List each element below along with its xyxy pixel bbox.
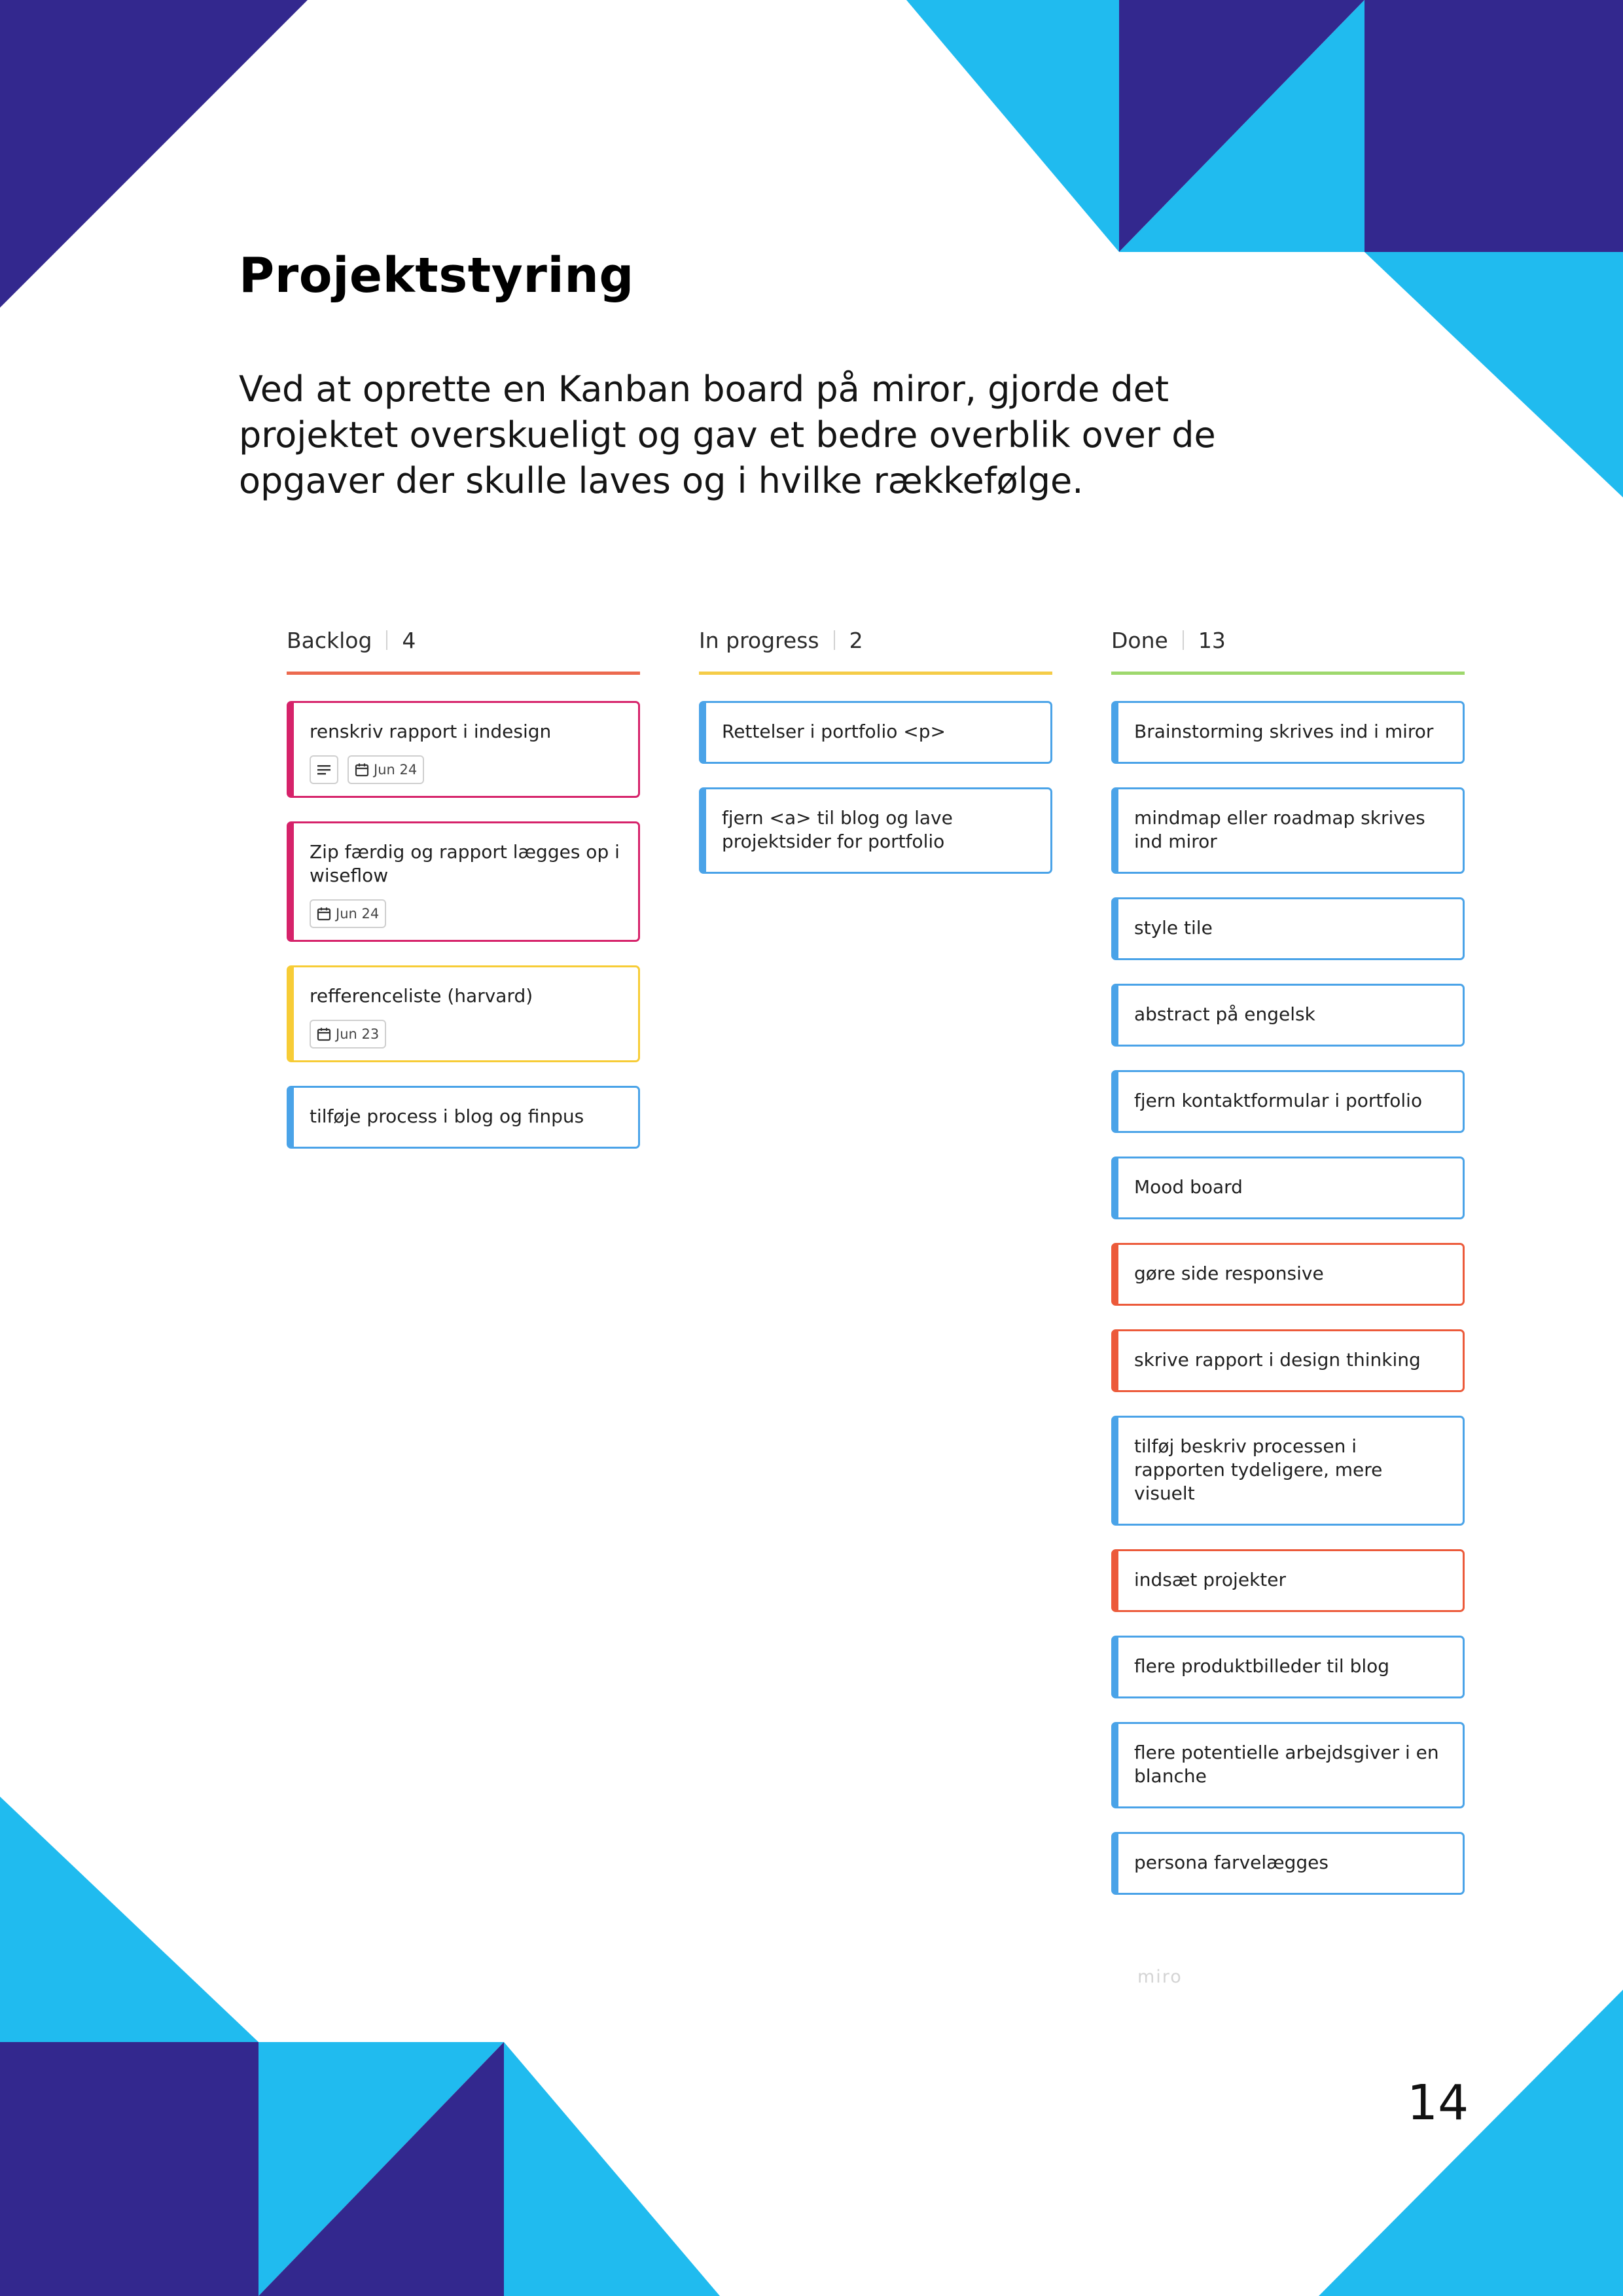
kanban-card[interactable]: fjern kontaktformular i portfolio <box>1111 1070 1465 1133</box>
kanban-card[interactable]: Rettelser i portfolio <p> <box>699 701 1052 764</box>
corner-triangle-left-cyan <box>0 1797 259 2042</box>
notes-icon[interactable] <box>310 755 338 784</box>
kanban-board: Backlog 4 renskriv rapport i indesign Jun 2… <box>287 622 1465 1996</box>
column-color-line <box>699 672 1052 675</box>
card-title: persona farvelægges <box>1134 1852 1329 1873</box>
column-header[interactable]: Done 13 <box>1111 622 1465 658</box>
card-title: fjern <a> til blog og lave projektsider … <box>722 807 953 852</box>
kanban-card[interactable]: Mood board <box>1111 1157 1465 1219</box>
due-date-chip[interactable]: Jun 24 <box>310 899 387 928</box>
card-title: tilføje process i blog og finpus <box>310 1105 584 1127</box>
kanban-card[interactable]: persona farvelægges <box>1111 1832 1465 1895</box>
column-card-count: 2 <box>849 627 863 653</box>
card-title: indsæt projekter <box>1134 1569 1286 1590</box>
kanban-card[interactable]: style tile <box>1111 897 1465 960</box>
kanban-card[interactable]: gøre side responsive <box>1111 1243 1465 1306</box>
column-title: Done <box>1111 627 1168 653</box>
kanban-card[interactable]: abstract på engelsk <box>1111 984 1465 1047</box>
column-title: In progress <box>699 627 819 653</box>
calendar-icon <box>355 762 369 777</box>
page-number: 14 <box>1407 2075 1469 2131</box>
kanban-card[interactable]: flere potentielle arbejdsgiver i en blan… <box>1111 1722 1465 1808</box>
column-color-line <box>1111 672 1465 675</box>
kanban-card[interactable]: mindmap eller roadmap skrives ind miror <box>1111 787 1465 874</box>
page-title: Projektstyring <box>239 247 634 304</box>
corner-square-top-right <box>1364 0 1623 252</box>
card-title: fjern kontaktformular i portfolio <box>1134 1090 1423 1111</box>
card-title: Zip færdig og rapport lægges op i wisefl… <box>310 841 620 886</box>
card-title: Mood board <box>1134 1176 1243 1198</box>
column-header[interactable]: Backlog 4 <box>287 622 640 658</box>
due-date-text: Jun 23 <box>336 1026 380 1042</box>
card-title: gøre side responsive <box>1134 1263 1324 1284</box>
card-meta: Jun 24 <box>310 755 621 784</box>
card-title: flere produktbilleder til blog <box>1134 1655 1390 1677</box>
column-card-count: 13 <box>1198 627 1226 653</box>
kanban-card[interactable]: renskriv rapport i indesign Jun 24 <box>287 701 640 798</box>
kanban-card[interactable]: refferenceliste (harvard) Jun 23 <box>287 965 640 1062</box>
intro-paragraph: Ved at oprette en Kanban board på miror,… <box>239 368 1216 501</box>
column-done: Done 13 Brainstorming skrives ind i miror m… <box>1111 622 1465 1918</box>
corner-square-bottom-left <box>0 2042 259 2296</box>
card-title: tilføj beskriv processen i rapporten tyd… <box>1134 1435 1383 1504</box>
card-title: skrive rapport i design thinking <box>1134 1349 1421 1371</box>
kanban-card[interactable]: flere produktbilleder til blog <box>1111 1636 1465 1698</box>
card-meta: Jun 24 <box>310 899 621 928</box>
miro-watermark: miro <box>1137 1967 1183 1987</box>
corner-triangle-top-cyan <box>906 0 1119 252</box>
kanban-card[interactable]: tilføj beskriv processen i rapporten tyd… <box>1111 1416 1465 1526</box>
corner-triangle-right-cyan <box>1364 252 1623 497</box>
column-card-count: 4 <box>402 627 416 653</box>
card-title: abstract på engelsk <box>1134 1003 1315 1025</box>
column-header-divider <box>386 630 388 650</box>
kanban-card[interactable]: Brainstorming skrives ind i miror <box>1111 701 1465 764</box>
column-backlog: Backlog 4 renskriv rapport i indesign Jun 2… <box>287 622 640 1172</box>
kanban-card[interactable]: indsæt projekter <box>1111 1549 1465 1612</box>
card-title: Rettelser i portfolio <p> <box>722 721 946 742</box>
corner-triangle-bottom-right <box>1319 1990 1623 2296</box>
kanban-card[interactable]: tilføje process i blog og finpus <box>287 1086 640 1149</box>
due-date-text: Jun 24 <box>374 762 418 778</box>
column-header[interactable]: In progress 2 <box>699 622 1052 658</box>
kanban-card[interactable]: skrive rapport i design thinking <box>1111 1329 1465 1392</box>
calendar-icon <box>317 1027 331 1041</box>
column-header-divider <box>833 630 835 650</box>
card-meta: Jun 23 <box>310 1020 621 1049</box>
kanban-card[interactable]: fjern <a> til blog og lave projektsider … <box>699 787 1052 874</box>
card-title: flere potentielle arbejdsgiver i en blan… <box>1134 1742 1439 1787</box>
due-date-chip[interactable]: Jun 23 <box>310 1020 387 1049</box>
column-color-line <box>287 672 640 675</box>
due-date-chip[interactable]: Jun 24 <box>348 755 425 784</box>
column-header-divider <box>1182 630 1184 650</box>
due-date-text: Jun 24 <box>336 906 380 922</box>
corner-triangle-bottom-cyan-2 <box>504 2042 720 2296</box>
calendar-icon <box>317 906 331 921</box>
card-title: Brainstorming skrives ind i miror <box>1134 721 1434 742</box>
card-title: renskriv rapport i indesign <box>310 721 552 742</box>
column-in-progress: In progress 2 Rettelser i portfolio <p> fje… <box>699 622 1052 897</box>
kanban-card[interactable]: Zip færdig og rapport lægges op i wisefl… <box>287 821 640 942</box>
card-title: style tile <box>1134 917 1213 939</box>
card-title: refferenceliste (harvard) <box>310 985 533 1007</box>
card-title: mindmap eller roadmap skrives ind miror <box>1134 807 1425 852</box>
column-title: Backlog <box>287 627 372 653</box>
